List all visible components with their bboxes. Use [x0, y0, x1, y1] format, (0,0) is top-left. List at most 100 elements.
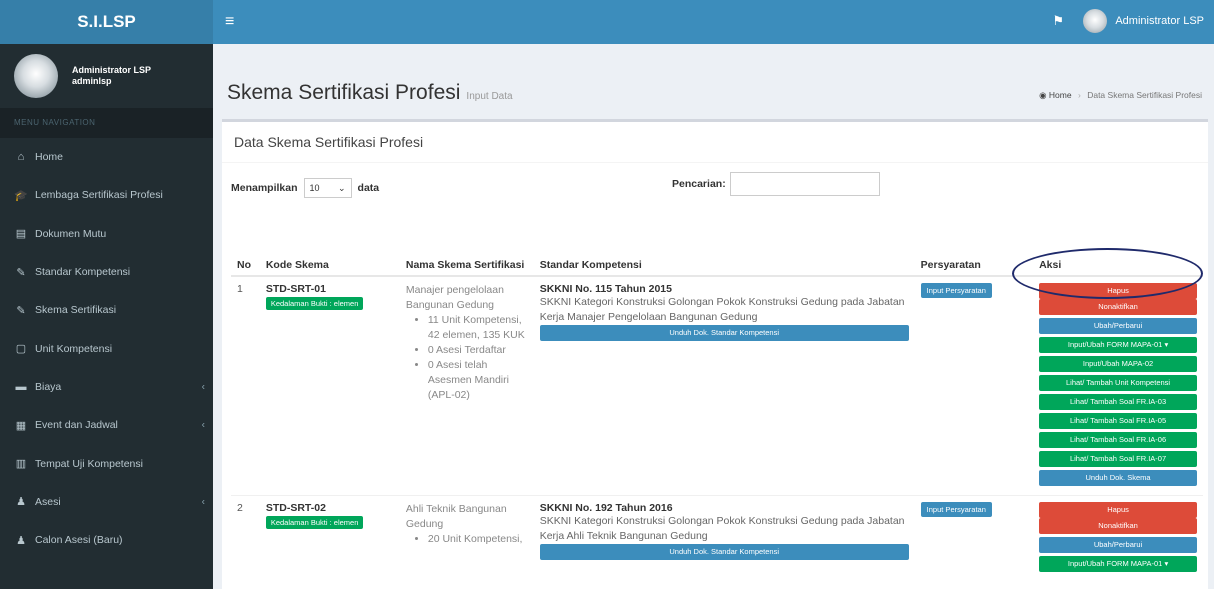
top-user-menu[interactable]: Administrator LSP	[1083, 9, 1204, 33]
mapa01-button[interactable]: Input/Ubah FORM MAPA-01 ▾	[1039, 556, 1197, 572]
list-item: 11 Unit Kompetensi, 42 elemen, 135 KUK	[428, 313, 528, 343]
top-navbar: ≡ ⚑ Administrator LSP	[213, 0, 1214, 44]
sidebar-item-home[interactable]: ⌂ Home	[0, 138, 213, 176]
sidebar-item-dokumen-mutu[interactable]: ▤ Dokumen Mutu	[0, 215, 213, 253]
column-header-aksi[interactable]: Aksi	[1033, 222, 1203, 277]
edit-button[interactable]: Ubah/Perbarui	[1039, 318, 1197, 334]
list-item: 0 Asesi telah Asesmen Mandiri (APL-02)	[428, 358, 528, 403]
sidebar-item-label: Calon Asesi (Baru)	[35, 534, 123, 547]
avatar	[1083, 9, 1108, 33]
table-header-row: No Kode Skema Nama Skema Sertifikasi Sta…	[231, 222, 1203, 277]
sidebar-item-lembaga-sertifikasi-profesi[interactable]: 🎓 Lembaga Sertifikasi Profesi	[0, 176, 213, 214]
sidebar-item-label: Skema Sertifikasi	[35, 304, 117, 317]
sidebar-item-skema-sertifikasi[interactable]: ✎ Skema Sertifikasi	[0, 291, 213, 329]
input-requirements-button[interactable]: Input Persyaratan	[920, 283, 992, 298]
sidebar-item-tempat-uji-kompetensi[interactable]: ▥ Tempat Uji Kompetensi	[0, 444, 213, 482]
document-icon: ▢	[15, 343, 27, 356]
standard-description: SKKNI Kategori Konstruksi Golongan Pokok…	[539, 515, 905, 542]
sidebar-item-event-dan-jadwal[interactable]: ▦ Event dan Jadwal ‹	[0, 406, 213, 444]
delete-button[interactable]: Hapus	[1039, 502, 1197, 518]
sidebar-item-standar-kompetensi[interactable]: ✎ Standar Kompetensi	[0, 253, 213, 291]
sidebar-item-biaya[interactable]: ▬ Biaya ‹	[0, 368, 213, 406]
evidence-badge: Kedalaman Bukti : elemen	[265, 516, 364, 529]
sidebar: S.I.LSP Administrator LSP adminlsp MENU …	[0, 0, 213, 589]
deactivate-button[interactable]: Nonaktifkan	[1039, 518, 1197, 534]
chevron-left-icon: ‹	[201, 381, 205, 393]
menu-toggle-icon[interactable]: ≡	[225, 13, 234, 31]
column-header-no[interactable]: No	[231, 222, 260, 277]
page-length-value: 10	[309, 183, 320, 193]
show-label: Menampilkan	[231, 182, 298, 194]
evidence-badge: Kedalaman Bukti : elemen	[265, 297, 364, 310]
sidebar-item-label: Biaya	[35, 380, 62, 393]
app-logo[interactable]: S.I.LSP	[0, 0, 213, 44]
sidebar-item-label: Dokumen Mutu	[35, 227, 107, 240]
edit-button[interactable]: Ubah/Perbarui	[1039, 537, 1197, 553]
row-no: 2	[231, 495, 260, 581]
home-icon: ⌂	[17, 151, 25, 164]
list-item: 20 Unit Kompetensi,	[428, 532, 528, 547]
sidebar-item-label: Lembaga Sertifikasi Profesi	[35, 189, 163, 202]
tools-icon: ✎	[16, 266, 26, 279]
chevron-down-icon: ⌄	[337, 182, 346, 193]
sidebar-item-label: Unit Kompetensi	[35, 342, 113, 355]
flag-icon[interactable]: ⚑	[1052, 13, 1064, 29]
top-user-name: Administrator LSP	[1115, 15, 1204, 27]
column-header-nama[interactable]: Nama Skema Sertifikasi	[399, 222, 534, 277]
mapa02-button[interactable]: Input/Ubah MAPA-02	[1039, 356, 1197, 372]
chevron-left-icon: ‹	[201, 496, 205, 508]
search-input[interactable]	[729, 172, 880, 196]
mapa01-button[interactable]: Input/Ubah FORM MAPA-01 ▾	[1039, 337, 1197, 353]
row-kode: STD-SRT-01	[265, 283, 326, 295]
users-icon: ♟	[16, 534, 26, 547]
sidebar-item-calon-asesi-baru[interactable]: ♟ Calon Asesi (Baru)	[0, 521, 213, 559]
input-requirements-button[interactable]: Input Persyaratan	[920, 502, 992, 517]
ia03-button[interactable]: Lihat/ Tambah Soal FR.IA-03	[1039, 394, 1197, 410]
box-divider	[222, 162, 1208, 163]
ia05-button[interactable]: Lihat/ Tambah Soal FR.IA-05	[1039, 413, 1197, 429]
sidebar-item-unit-kompetensi[interactable]: ▢ Unit Kompetensi	[0, 329, 213, 367]
content: Skema Sertifikasi Profesi Input Data ◉ Ho…	[213, 44, 1214, 589]
show-suffix: data	[357, 182, 380, 194]
deactivate-button[interactable]: Nonaktifkan	[1039, 299, 1197, 315]
graduation-cap-icon: 🎓	[14, 189, 28, 202]
column-header-persyaratan[interactable]: Persyaratan	[914, 222, 1034, 277]
breadcrumb-current: Data Skema Sertifikasi Profesi	[1087, 90, 1202, 100]
schema-table: No Kode Skema Nama Skema Sertifikasi Sta…	[231, 222, 1203, 581]
sidebar-user-login: adminlsp	[72, 76, 112, 86]
money-icon: ▬	[15, 380, 27, 393]
delete-button[interactable]: Hapus	[1039, 283, 1197, 299]
list-item: 0 Asesi Terdaftar	[428, 343, 528, 358]
row-nama: Ahli Teknik Bangunan Gedung	[405, 503, 507, 530]
mapa01-button-label: Input/Ubah FORM MAPA-01	[1067, 340, 1163, 349]
table-row: 2 STD-SRT-02 Kedalaman Bukti : elemen Ah…	[231, 495, 1203, 581]
table-row: 1 STD-SRT-01 Kedalaman Bukti : elemen Ma…	[231, 275, 1203, 496]
mapa01-button-label: Input/Ubah FORM MAPA-01	[1067, 559, 1163, 568]
sidebar-item-label: Home	[35, 151, 64, 164]
page-subtitle: Input Data	[466, 91, 513, 102]
breadcrumb: ◉ Home › Data Skema Sertifikasi Profesi	[1039, 90, 1202, 101]
row-no: 1	[231, 275, 260, 496]
download-schema-button[interactable]: Unduh Dok. Skema	[1039, 470, 1197, 486]
download-standard-button[interactable]: Unduh Dok. Standar Kompetensi	[539, 544, 909, 560]
download-standard-button[interactable]: Unduh Dok. Standar Kompetensi	[539, 325, 909, 341]
column-header-standar[interactable]: Standar Kompetensi	[533, 222, 915, 277]
users-icon: ♟	[16, 496, 26, 509]
edit-icon: ✎	[16, 304, 26, 317]
calendar-icon: ▦	[15, 419, 27, 432]
home-icon: ◉	[1039, 90, 1047, 100]
breadcrumb-home[interactable]: Home	[1049, 90, 1072, 100]
column-header-kode[interactable]: Kode Skema	[259, 222, 400, 277]
menu-header: MENU NAVIGATION	[0, 108, 213, 138]
page-length-select[interactable]: 10 ⌄	[303, 178, 352, 198]
unit-competency-button[interactable]: Lihat/ Tambah Unit Kompetensi	[1039, 375, 1197, 391]
standard-description: SKKNI Kategori Konstruksi Golongan Pokok…	[539, 296, 905, 323]
ia07-button[interactable]: Lihat/ Tambah Soal FR.IA-07	[1039, 451, 1197, 467]
standard-title: SKKNI No. 192 Tahun 2016	[539, 502, 673, 514]
chevron-down-icon: ▾	[1164, 559, 1169, 568]
search-label: Pencarian:	[672, 178, 726, 190]
ia06-button[interactable]: Lihat/ Tambah Soal FR.IA-06	[1039, 432, 1197, 448]
sidebar-menu: ⌂ Home 🎓 Lembaga Sertifikasi Profesi ▤ Dokume…	[0, 138, 213, 559]
sidebar-item-asesi[interactable]: ♟ Asesi ‹	[0, 483, 213, 521]
box-title: Data Skema Sertifikasi Profesi	[234, 134, 424, 150]
